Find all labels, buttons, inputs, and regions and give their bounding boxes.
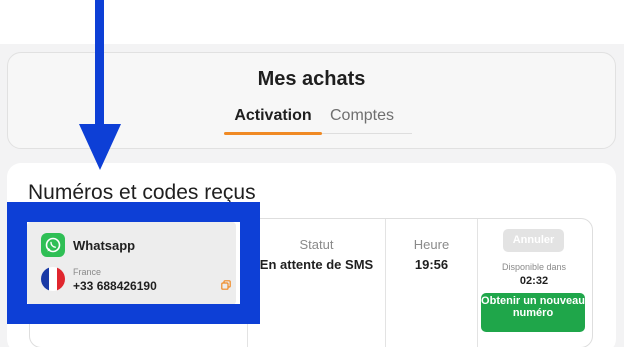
- column-divider: [477, 219, 478, 347]
- highlight-box: [7, 202, 260, 324]
- active-tab-indicator: [224, 132, 322, 135]
- time-column-header: Heure: [413, 237, 450, 252]
- new-number-button[interactable]: Obtenir un nouveau numéro: [481, 293, 585, 332]
- status-column-header: Statut: [299, 237, 334, 252]
- cancel-button[interactable]: Annuler: [503, 229, 564, 252]
- tab-activation[interactable]: Activation: [226, 107, 320, 125]
- tab-bar: Activation Comptes: [224, 105, 412, 135]
- availability-label: Disponible dans: [501, 262, 567, 272]
- time-value: 19:56: [414, 257, 449, 272]
- arrow-shaft: [95, 0, 104, 124]
- tab-comptes[interactable]: Comptes: [330, 107, 394, 125]
- arrow-down-icon: [79, 124, 121, 170]
- countdown-timer: 02:32: [519, 275, 549, 287]
- status-value: En attente de SMS: [259, 257, 374, 272]
